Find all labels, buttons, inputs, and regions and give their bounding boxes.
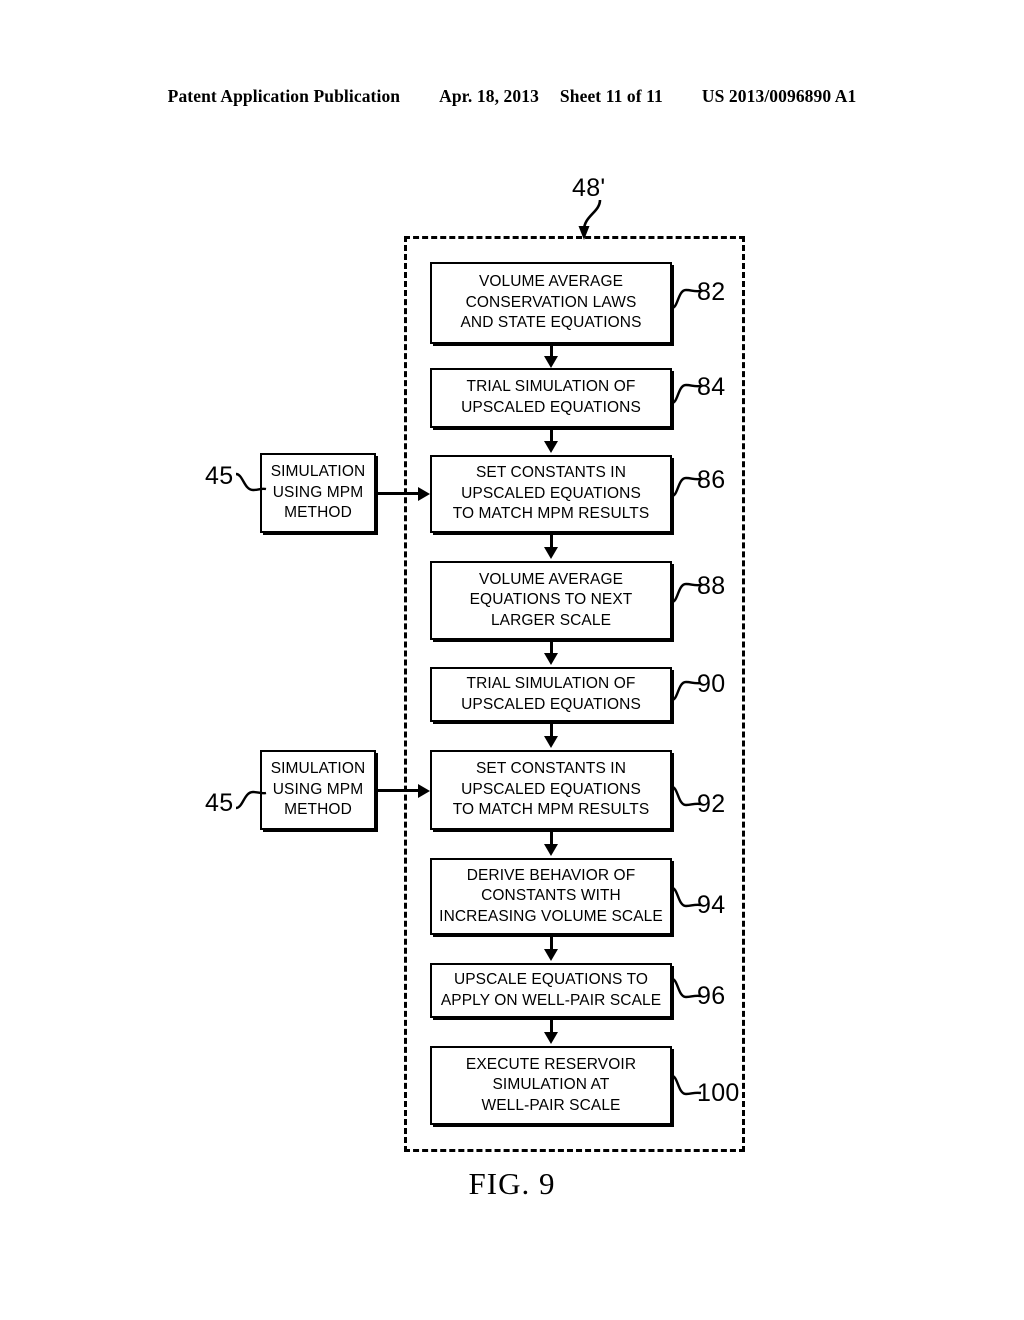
- connector-84-to-86-arrowhead: [544, 441, 558, 453]
- ref-numeral-92: 92: [697, 790, 726, 818]
- box-86-line-3: TO MATCH MPM RESULTS: [452, 505, 650, 523]
- process-box-86: SET CONSTANTS IN UPSCALED EQUATIONS TO M…: [430, 455, 672, 533]
- box-45-lower-line-1: SIMULATION: [270, 760, 366, 778]
- box-90-line-2: UPSCALED EQUATIONS: [461, 695, 641, 713]
- box-92-line-3: TO MATCH MPM RESULTS: [452, 801, 650, 819]
- connector-82-to-84-arrowhead: [544, 356, 558, 368]
- connector-45-upper-to-86: [376, 492, 420, 495]
- ref-numeral-100: 100: [697, 1079, 740, 1107]
- connector-45-lower-to-92-arrowhead: [418, 783, 430, 798]
- process-box-84: TRIAL SIMULATION OF UPSCALED EQUATIONS: [430, 368, 672, 428]
- box-45-lower-line-2: USING MPM: [272, 780, 364, 798]
- box-88-line-3: LARGER SCALE: [490, 611, 612, 629]
- process-box-94: DERIVE BEHAVIOR OF CONSTANTS WITH INCREA…: [430, 858, 672, 935]
- ref-numeral-88: 88: [697, 572, 726, 600]
- connector-45-upper-to-86-arrowhead: [418, 486, 430, 501]
- ref-numeral-96: 96: [697, 982, 726, 1010]
- connector-86-to-88-arrowhead: [544, 547, 558, 559]
- box-45-lower-line-3: METHOD: [284, 801, 352, 819]
- box-96-line-1: UPSCALE EQUATIONS TO: [453, 970, 649, 988]
- figure-caption: FIG. 9: [468, 1166, 556, 1201]
- box-94-line-3: INCREASING VOLUME SCALE: [439, 907, 663, 925]
- process-box-45-upper: SIMULATION USING MPM METHOD: [260, 453, 376, 533]
- box-82-line-2: CONSERVATION LAWS: [465, 293, 637, 311]
- box-86-line-1: SET CONSTANTS IN: [475, 464, 626, 482]
- ref-numeral-94: 94: [697, 891, 726, 919]
- box-100-line-1: EXECUTE RESERVOIR: [465, 1055, 637, 1073]
- box-45-upper-line-1: SIMULATION: [270, 463, 366, 481]
- process-box-90: TRIAL SIMULATION OF UPSCALED EQUATIONS: [430, 667, 672, 722]
- leader-line-45-lower: [235, 790, 267, 810]
- process-box-92: SET CONSTANTS IN UPSCALED EQUATIONS TO M…: [430, 750, 672, 830]
- ref-numeral-84: 84: [697, 373, 726, 401]
- box-88-line-2: EQUATIONS TO NEXT: [469, 591, 633, 609]
- process-box-45-lower: SIMULATION USING MPM METHOD: [260, 750, 376, 830]
- box-45-upper-line-2: USING MPM: [272, 483, 364, 501]
- box-96-line-2: APPLY ON WELL-PAIR SCALE: [440, 991, 662, 1009]
- process-box-88: VOLUME AVERAGE EQUATIONS TO NEXT LARGER …: [430, 561, 672, 640]
- process-box-100: EXECUTE RESERVOIR SIMULATION AT WELL-PAI…: [430, 1046, 672, 1125]
- ref-numeral-86: 86: [697, 466, 726, 494]
- ref-numeral-45-upper: 45: [205, 462, 234, 490]
- box-100-line-2: SIMULATION AT: [492, 1076, 610, 1094]
- box-94-line-1: DERIVE BEHAVIOR OF: [466, 866, 636, 884]
- box-88-line-1: VOLUME AVERAGE: [478, 570, 624, 588]
- leader-line-45-upper: [235, 472, 267, 492]
- connector-90-to-92-arrowhead: [544, 736, 558, 748]
- figure-9-flowchart: 48' VOLUME AVERAGE CONSERVATION LAWS AND…: [0, 0, 1024, 1320]
- box-90-line-1: TRIAL SIMULATION OF: [466, 674, 636, 692]
- ref-numeral-45-lower: 45: [205, 789, 234, 817]
- box-94-line-2: CONSTANTS WITH: [481, 887, 621, 905]
- box-82-line-1: VOLUME AVERAGE: [478, 273, 624, 291]
- box-100-line-3: WELL-PAIR SCALE: [481, 1096, 621, 1114]
- connector-88-to-90-arrowhead: [544, 653, 558, 665]
- process-box-82: VOLUME AVERAGE CONSERVATION LAWS AND STA…: [430, 262, 672, 344]
- box-86-line-2: UPSCALED EQUATIONS: [461, 484, 641, 502]
- box-45-upper-line-3: METHOD: [284, 504, 352, 522]
- connector-45-lower-to-92: [376, 789, 420, 792]
- connector-92-to-94-arrowhead: [544, 844, 558, 856]
- box-84-line-2: UPSCALED EQUATIONS: [461, 399, 641, 416]
- box-92-line-2: UPSCALED EQUATIONS: [461, 780, 641, 798]
- ref-numeral-90: 90: [697, 670, 726, 698]
- box-92-line-1: SET CONSTANTS IN: [475, 760, 626, 778]
- box-84-line-1: TRIAL SIMULATION OF: [466, 378, 636, 396]
- ref-numeral-82: 82: [697, 278, 726, 306]
- process-box-96: UPSCALE EQUATIONS TO APPLY ON WELL-PAIR …: [430, 963, 672, 1018]
- connector-96-to-100-arrowhead: [544, 1032, 558, 1044]
- connector-94-to-96-arrowhead: [544, 949, 558, 961]
- box-82-line-3: AND STATE EQUATIONS: [460, 314, 642, 332]
